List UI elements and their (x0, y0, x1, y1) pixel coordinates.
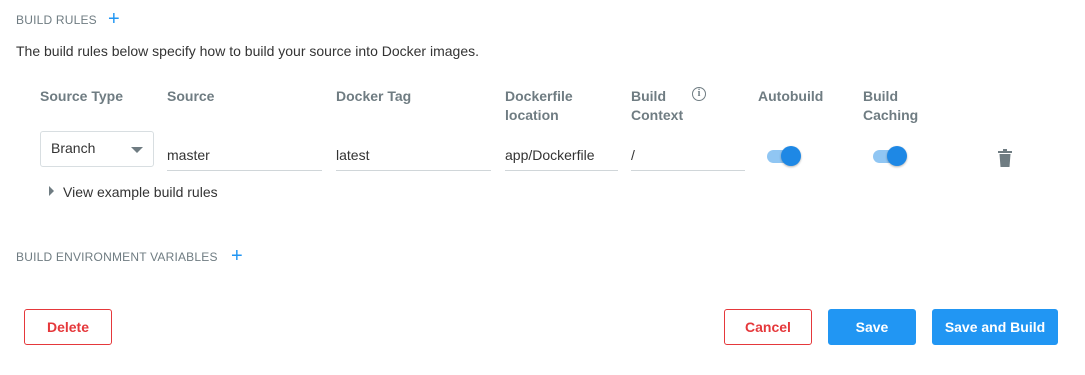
col-dockerfile-location-line1: Dockerfile (505, 88, 573, 104)
trash-icon[interactable] (998, 149, 1012, 167)
col-build-caching-line2: Caching (863, 107, 919, 123)
env-vars-title: BUILD ENVIRONMENT VARIABLES (16, 250, 218, 264)
view-example-build-rules-link[interactable]: View example build rules (63, 184, 218, 200)
source-input[interactable]: master (167, 141, 322, 171)
add-env-var-button[interactable]: + (231, 246, 243, 266)
col-dockerfile-location: Dockerfile location (505, 87, 573, 125)
save-and-build-button[interactable]: Save and Build (932, 309, 1058, 345)
col-build-caching: Build Caching (863, 87, 918, 125)
build-rules-description: The build rules below specify how to bui… (16, 43, 480, 59)
col-dockerfile-location-line2: location (505, 107, 559, 123)
chevron-down-icon (131, 147, 143, 153)
dockerfile-location-input[interactable]: app/Dockerfile (505, 141, 618, 171)
build-caching-toggle[interactable] (873, 146, 909, 168)
col-build-caching-line1: Build (863, 88, 898, 104)
col-build-context-line2: Context (631, 107, 684, 123)
source-type-select[interactable]: Branch (40, 131, 154, 167)
build-context-input[interactable]: / (631, 141, 745, 171)
add-build-rule-button[interactable]: + (108, 9, 120, 29)
autobuild-toggle[interactable] (767, 146, 803, 168)
col-build-context-line1: Build (631, 88, 666, 104)
trash-icon-svg (998, 149, 1012, 167)
info-icon[interactable]: i (692, 87, 706, 101)
cancel-button[interactable]: Cancel (724, 309, 812, 345)
col-source-type: Source Type (40, 88, 123, 104)
caret-right-icon[interactable] (49, 186, 54, 196)
autobuild-toggle-knob (781, 146, 801, 166)
build-caching-toggle-knob (887, 146, 907, 166)
col-source: Source (167, 88, 215, 104)
col-build-context: Build Context (631, 87, 683, 125)
col-autobuild: Autobuild (758, 88, 824, 104)
save-button[interactable]: Save (828, 309, 916, 345)
docker-tag-input[interactable]: latest (336, 141, 491, 171)
delete-button[interactable]: Delete (24, 309, 112, 345)
build-rules-title: BUILD RULES (16, 13, 97, 27)
col-docker-tag: Docker Tag (336, 88, 412, 104)
source-type-value: Branch (51, 140, 96, 156)
